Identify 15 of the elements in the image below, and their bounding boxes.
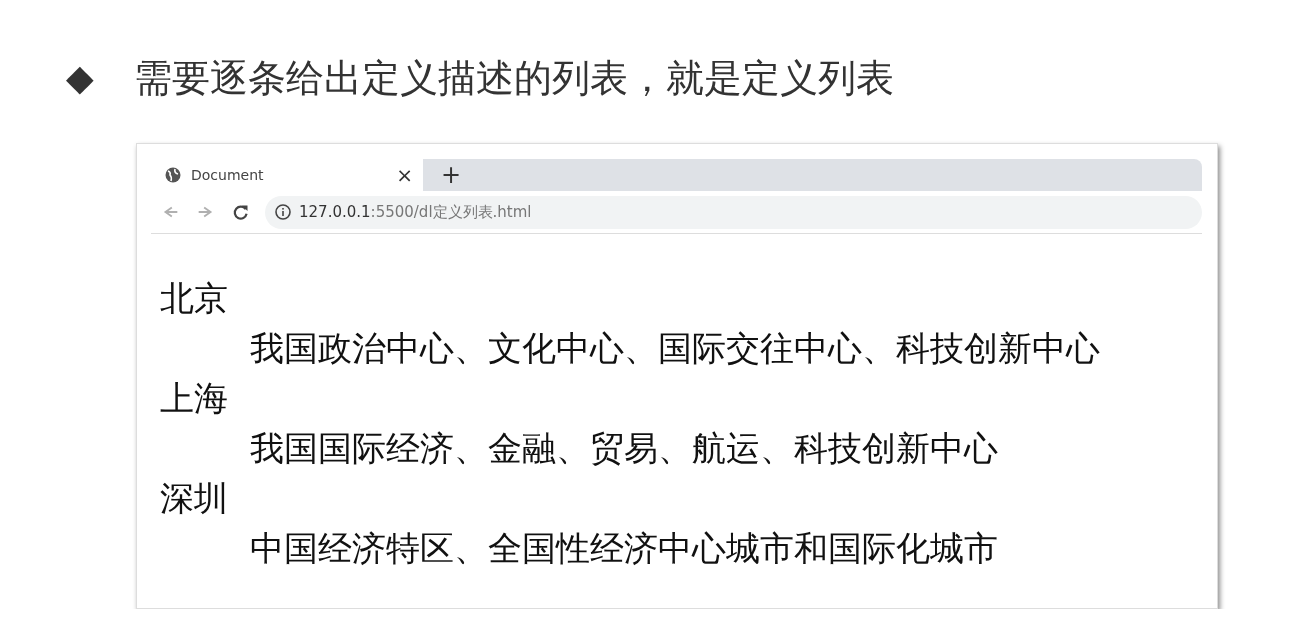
globe-icon — [165, 167, 181, 183]
definition-description: 我国政治中心、文化中心、国际交往中心、科技创新中心 — [250, 328, 1100, 368]
info-icon — [275, 204, 291, 220]
definition-term: 上海 — [160, 377, 229, 420]
new-tab-button[interactable]: + — [437, 162, 466, 188]
definition-term: 北京 — [160, 277, 229, 320]
diamond-bullet-icon: ◆ — [66, 52, 94, 104]
definition-term: 深圳 — [160, 477, 229, 520]
tab-title: Document — [191, 167, 265, 183]
definition-description: 我国国际经济、金融、贸易、航运、科技创新中心 — [250, 428, 998, 468]
url-text: 127.0.0.1:5500/dl定义列表.html — [299, 202, 532, 222]
close-tab-button[interactable]: × — [396, 163, 413, 187]
slide-heading: 需要逐条给出定义描述的列表，就是定义列表 — [133, 55, 894, 102]
definition-description: 中国经济特区、全国性经济中心城市和国际化城市 — [250, 528, 998, 568]
address-bar[interactable]: 127.0.0.1:5500/dl定义列表.html — [265, 195, 1202, 229]
